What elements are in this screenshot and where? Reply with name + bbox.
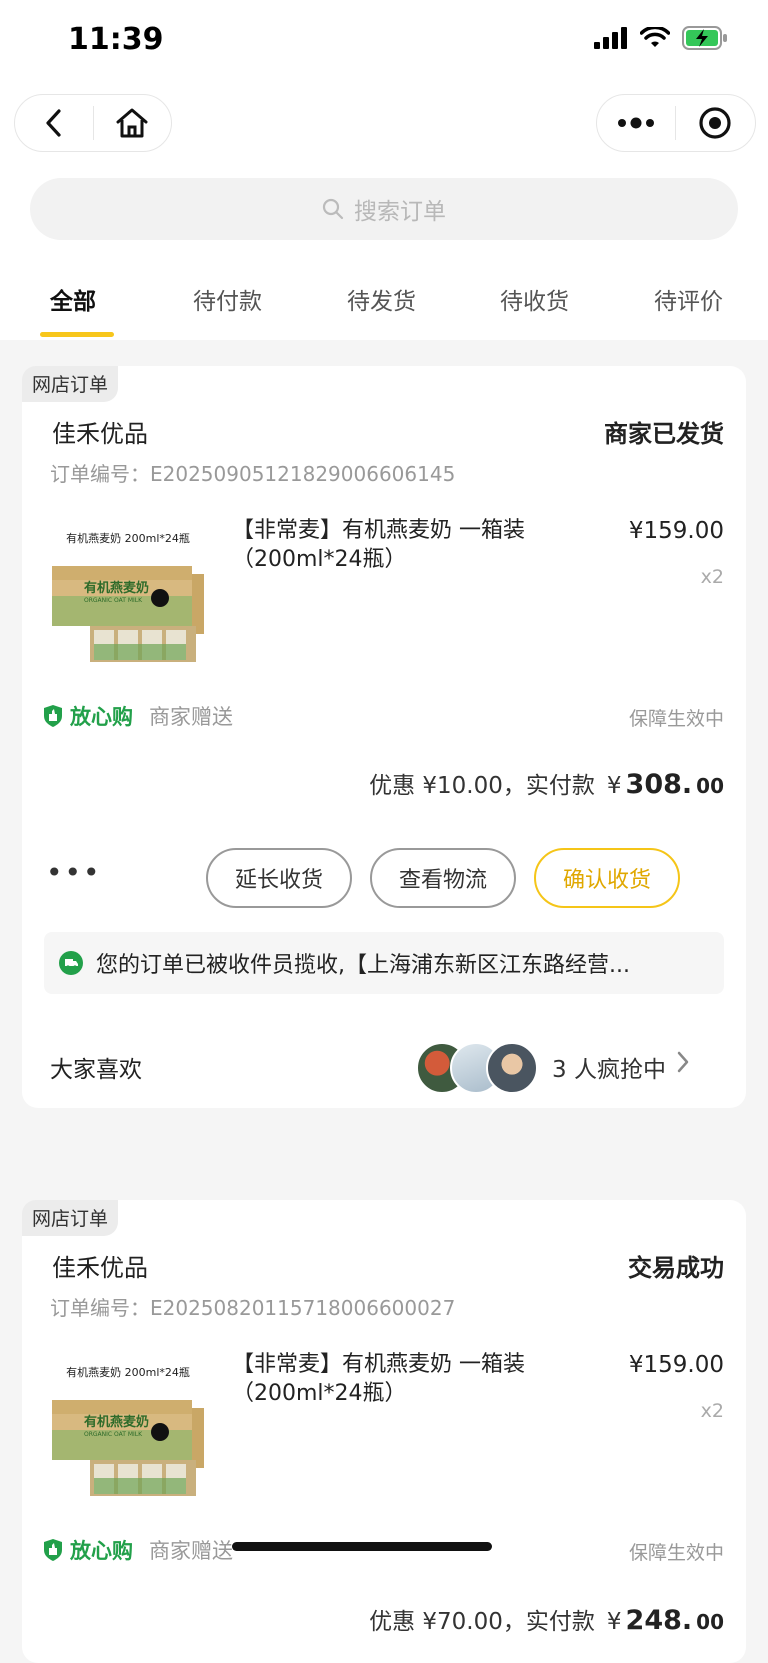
product-quantity: x2 bbox=[700, 1400, 724, 1422]
shop-name[interactable]: 佳禾优品 bbox=[52, 1248, 148, 1283]
discount-text: 优惠 ¥10.00，实付款 bbox=[369, 773, 595, 799]
order-type-tag: 网店订单 bbox=[22, 1200, 119, 1236]
tab-pending-receipt[interactable]: 待收货 bbox=[500, 282, 569, 316]
discount-text: 优惠 ¥70.00，实付款 bbox=[369, 1609, 595, 1635]
assurance-label: 放心购 bbox=[70, 1539, 133, 1563]
top-bar: 11:39 搜索订单 全部 待付款 待发货 待收货 待评价 bbox=[0, 0, 768, 340]
product-image-caption: 有机燕麦奶 200ml*24瓶 bbox=[66, 531, 190, 545]
order-card[interactable]: 网店订单 佳禾优品 商家已发货 订单编号：E202509051218290066… bbox=[22, 366, 746, 1060]
close-miniprogram-button[interactable] bbox=[676, 95, 754, 151]
assurance-status: 保障生效中 bbox=[628, 1542, 724, 1564]
tab-pending-payment[interactable]: 待付款 bbox=[193, 282, 262, 316]
product-brand-text: 有机燕麦奶 bbox=[84, 1414, 149, 1430]
product-brand-en-text: ORGANIC OAT MILK bbox=[84, 1431, 143, 1438]
home-button[interactable] bbox=[94, 95, 172, 151]
chevron-right-icon bbox=[677, 1051, 689, 1073]
order-card[interactable]: 网店订单 佳禾优品 交易成功 订单编号：E2025082011571800660… bbox=[22, 1200, 746, 1663]
wifi-icon bbox=[640, 27, 670, 47]
merchant-gift-label: 商家赠送 bbox=[149, 1539, 233, 1563]
product-price: ¥159.00 bbox=[628, 518, 724, 544]
extend-receipt-button[interactable]: 延长收货 bbox=[206, 848, 352, 908]
product-image[interactable]: 有机燕麦奶 200ml*24瓶 有机燕麦奶 ORGANIC OAT MILK bbox=[48, 526, 208, 666]
product-title[interactable]: 【非常麦】有机燕麦奶 一箱装（200ml*24瓶） bbox=[232, 516, 562, 574]
logistics-text: 您的订单已被收件员揽收,【上海浦东新区江东路经营... bbox=[96, 953, 630, 978]
product-image[interactable]: 有机燕麦奶 200ml*24瓶 有机燕麦奶 ORGANIC OAT MILK bbox=[48, 1360, 208, 1500]
tab-pending-review[interactable]: 待评价 bbox=[654, 282, 723, 316]
status-icons bbox=[594, 26, 728, 50]
battery-charging-icon bbox=[682, 26, 727, 50]
merchant-gift-label: 商家赠送 bbox=[149, 705, 233, 729]
avatar-group bbox=[416, 1042, 540, 1094]
order-status: 商家已发货 bbox=[604, 420, 724, 448]
assurance-row[interactable]: 放心购 商家赠送 bbox=[42, 701, 233, 731]
home-icon bbox=[116, 108, 148, 138]
nav-capsule-right bbox=[596, 94, 756, 152]
signal-icon bbox=[594, 27, 627, 49]
product-title[interactable]: 【非常麦】有机燕麦奶 一箱装（200ml*24瓶） bbox=[232, 1350, 562, 1408]
chevron-left-icon bbox=[46, 109, 61, 137]
search-icon bbox=[322, 198, 344, 220]
active-tab-indicator bbox=[40, 332, 114, 337]
more-menu-button[interactable] bbox=[597, 95, 675, 151]
confirm-receipt-button[interactable]: 确认收货 bbox=[534, 848, 680, 908]
shield-check-icon bbox=[44, 705, 62, 727]
product-image-caption: 有机燕麦奶 200ml*24瓶 bbox=[66, 1365, 190, 1379]
product-price: ¥159.00 bbox=[628, 1352, 724, 1378]
home-indicator[interactable] bbox=[232, 1542, 492, 1551]
product-quantity: x2 bbox=[700, 566, 724, 588]
avatar bbox=[486, 1042, 538, 1094]
tab-pending-shipment[interactable]: 待发货 bbox=[347, 282, 416, 316]
shop-name[interactable]: 佳禾优品 bbox=[52, 414, 148, 449]
truck-icon bbox=[59, 951, 83, 975]
status-time: 11:39 bbox=[68, 22, 164, 57]
payment-summary: 优惠 ¥70.00，实付款 ¥ 248. 00 bbox=[369, 1602, 724, 1636]
currency-symbol: ¥ bbox=[606, 1609, 622, 1635]
popular-label: 大家喜欢 bbox=[50, 1057, 142, 1083]
order-number: 订单编号：E20250820115718006600027 bbox=[50, 1296, 456, 1320]
paid-amount-integer: 248. bbox=[625, 1605, 693, 1636]
more-actions-button[interactable]: ••• bbox=[46, 856, 102, 889]
target-icon bbox=[699, 107, 731, 139]
paid-amount-decimal: 00 bbox=[696, 774, 724, 798]
assurance-status: 保障生效中 bbox=[628, 708, 724, 730]
paid-amount-integer: 308. bbox=[625, 769, 693, 800]
popular-count: 3 人疯抢中 bbox=[552, 1057, 666, 1083]
nav-capsule-left bbox=[14, 94, 172, 152]
product-brand-text: 有机燕麦奶 bbox=[84, 580, 149, 596]
currency-symbol: ¥ bbox=[606, 773, 622, 799]
popular-recommendation[interactable]: 大家喜欢 3 人疯抢中 bbox=[22, 1022, 746, 1108]
order-number: 订单编号：E20250905121829006606145 bbox=[50, 462, 456, 486]
search-input[interactable]: 搜索订单 bbox=[30, 178, 738, 240]
assurance-label: 放心购 bbox=[70, 705, 133, 729]
back-button[interactable] bbox=[15, 95, 93, 151]
shield-check-icon bbox=[44, 1539, 62, 1561]
payment-summary: 优惠 ¥10.00，实付款 ¥ 308. 00 bbox=[369, 766, 724, 800]
assurance-row[interactable]: 放心购 商家赠送 bbox=[42, 1535, 233, 1565]
order-type-tag: 网店订单 bbox=[22, 366, 119, 402]
logistics-update[interactable]: 您的订单已被收件员揽收,【上海浦东新区江东路经营... bbox=[44, 932, 724, 994]
search-placeholder: 搜索订单 bbox=[354, 199, 446, 225]
order-status: 交易成功 bbox=[628, 1254, 724, 1282]
view-logistics-button[interactable]: 查看物流 bbox=[370, 848, 516, 908]
tab-all[interactable]: 全部 bbox=[50, 282, 96, 316]
order-tabs: 全部 待付款 待发货 待收货 待评价 bbox=[0, 270, 768, 330]
paid-amount-decimal: 00 bbox=[696, 1610, 724, 1634]
product-brand-en-text: ORGANIC OAT MILK bbox=[84, 597, 143, 604]
more-dots-icon bbox=[618, 117, 654, 129]
